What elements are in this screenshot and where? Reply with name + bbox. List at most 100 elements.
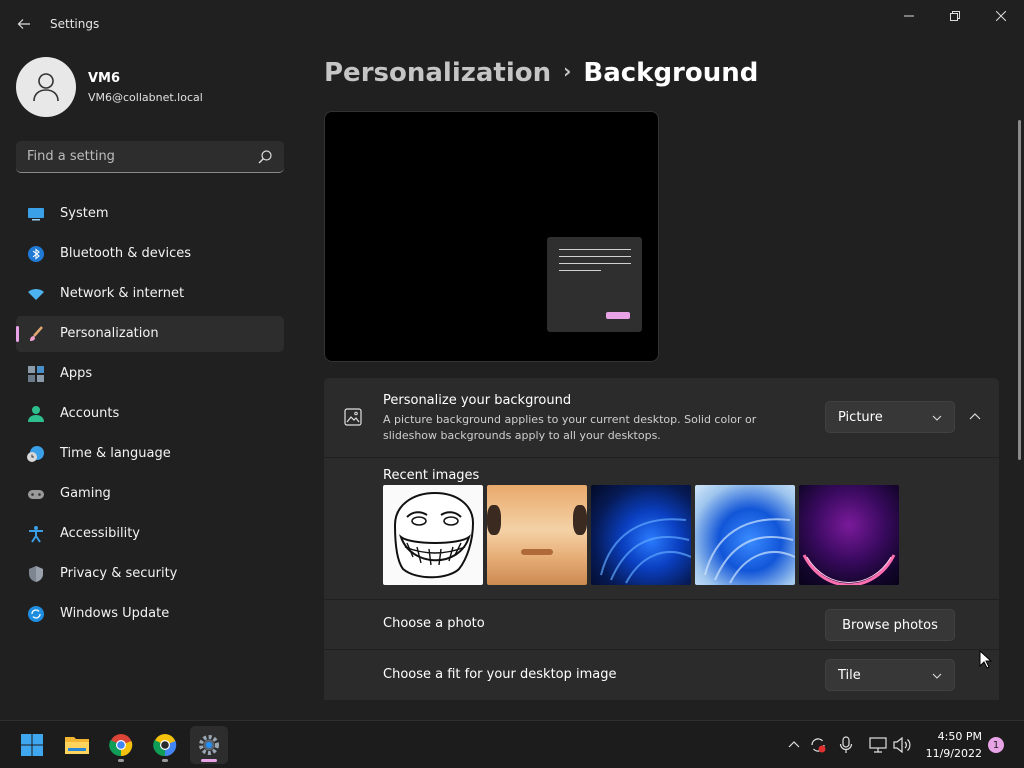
chevron-up-icon [788, 741, 800, 748]
sidebar-item-network[interactable]: Network & internet [16, 276, 284, 312]
sidebar-item-label: Apps [60, 366, 93, 381]
background-type-dropdown[interactable]: Picture [825, 401, 955, 433]
taskbar-file-explorer[interactable] [58, 726, 96, 764]
background-card-description: A picture background applies to your cur… [383, 413, 757, 442]
chevron-down-icon [932, 415, 942, 421]
desktop-preview [324, 111, 659, 362]
scrollbar[interactable] [1018, 120, 1021, 460]
background-card-title: Personalize your background [383, 393, 572, 408]
microphone-icon [839, 736, 853, 753]
collapse-button[interactable] [960, 402, 990, 432]
chevron-up-icon [969, 413, 981, 420]
accessibility-icon [29, 526, 43, 543]
breadcrumb-parent[interactable]: Personalization [324, 58, 551, 88]
blurred-face-image[interactable] [487, 485, 587, 585]
taskbar-settings[interactable] [190, 726, 228, 764]
wifi-icon [28, 289, 44, 300]
sidebar-item-privacy[interactable]: Privacy & security [16, 556, 284, 592]
windows-bloom-light-image[interactable] [695, 485, 795, 585]
sidebar-item-windows-update[interactable]: Windows Update [16, 596, 284, 632]
preview-window [547, 237, 642, 332]
sidebar-item-gaming[interactable]: Gaming [16, 476, 284, 512]
search-icon [258, 150, 272, 164]
fit-row: Choose a fit for your desktop image Tile [324, 650, 999, 700]
sidebar-item-label: System [60, 206, 109, 221]
sidebar-item-personalization[interactable]: Personalization [16, 316, 284, 352]
sidebar-item-label: Bluetooth & devices [60, 246, 191, 261]
sidebar-item-label: Gaming [60, 486, 111, 501]
windows-bloom-dark-image[interactable] [591, 485, 691, 585]
search-placeholder: Find a setting [27, 149, 115, 164]
user-profile[interactable]: VM6 VM6@collabnet.local [16, 57, 296, 119]
start-icon [21, 734, 43, 756]
sidebar-item-label: Privacy & security [60, 566, 178, 581]
network-icon [869, 737, 887, 753]
title-bar: Settings [0, 0, 1024, 48]
breadcrumb: Personalization › Background [324, 58, 758, 88]
sidebar-nav: System Bluetooth & devices Network & int… [16, 196, 284, 636]
clock-date[interactable]: 11/9/2022 [920, 747, 982, 760]
app-title: Settings [50, 17, 100, 31]
trollface-image[interactable] [383, 485, 483, 585]
taskbar-chrome-canary[interactable] [146, 726, 184, 764]
sidebar-item-accessibility[interactable]: Accessibility [16, 516, 284, 552]
sidebar-item-accounts[interactable]: Accounts [16, 396, 284, 432]
taskbar-chrome[interactable] [102, 726, 140, 764]
recent-images-list [383, 485, 899, 585]
apps-icon [28, 366, 44, 382]
sidebar-item-bluetooth[interactable]: Bluetooth & devices [16, 236, 284, 272]
back-button[interactable] [10, 10, 38, 38]
sidebar-item-label: Windows Update [60, 606, 170, 621]
system-icon [28, 208, 44, 221]
start-button[interactable] [13, 726, 51, 764]
preview-accent-button [606, 312, 630, 319]
recent-images-label: Recent images [383, 468, 480, 483]
avatar [16, 57, 76, 117]
sidebar-item-system[interactable]: System [16, 196, 284, 232]
minimize-button[interactable] [886, 0, 932, 32]
tray-volume[interactable] [892, 735, 912, 755]
restore-button[interactable] [932, 0, 978, 32]
breadcrumb-separator: › [563, 59, 572, 83]
chrome-canary-icon [153, 734, 177, 757]
sidebar-item-time-language[interactable]: Time & language [16, 436, 284, 472]
choose-photo-row: Choose a photo Browse photos [324, 600, 999, 649]
tray-sync[interactable] [808, 735, 828, 755]
browse-photos-button[interactable]: Browse photos [825, 609, 955, 641]
sidebar-item-label: Personalization [60, 326, 159, 341]
user-name: VM6 [88, 71, 121, 86]
purple-glow-image[interactable] [799, 485, 899, 585]
volume-icon [893, 737, 911, 753]
gamepad-icon [28, 490, 44, 499]
sidebar-item-label: Accessibility [60, 526, 140, 541]
fit-dropdown[interactable]: Tile [825, 659, 955, 691]
chrome-icon [109, 734, 133, 757]
bluetooth-icon [28, 246, 44, 262]
tray-network[interactable] [868, 735, 888, 755]
fit-label: Choose a fit for your desktop image [383, 667, 617, 682]
sidebar-item-label: Time & language [60, 446, 171, 461]
search-input[interactable]: Find a setting [16, 141, 284, 173]
clock-time[interactable]: 4:50 PM [920, 730, 982, 743]
user-email: VM6@collabnet.local [88, 91, 203, 104]
picture-icon [344, 408, 362, 426]
time-language-icon [27, 446, 44, 462]
minimize-icon [904, 15, 914, 17]
notification-badge[interactable]: 1 [988, 737, 1004, 753]
brush-icon [30, 326, 43, 341]
taskbar: 4:50 PM 11/9/2022 1 [0, 720, 1024, 768]
tray-microphone[interactable] [836, 735, 856, 755]
close-button[interactable] [978, 0, 1024, 32]
settings-icon [199, 735, 219, 755]
show-hidden-icons-button[interactable] [784, 735, 804, 755]
mouse-cursor-icon [979, 650, 993, 669]
sidebar-item-label: Network & internet [60, 286, 185, 301]
fit-value: Tile [838, 668, 861, 683]
sidebar-item-apps[interactable]: Apps [16, 356, 284, 392]
choose-photo-label: Choose a photo [383, 616, 485, 631]
page-title: Background [583, 58, 759, 88]
user-icon [33, 73, 59, 102]
chevron-down-icon [932, 673, 942, 679]
shield-icon [29, 566, 43, 582]
personalize-background-card: Personalize your background A picture ba… [324, 378, 999, 457]
